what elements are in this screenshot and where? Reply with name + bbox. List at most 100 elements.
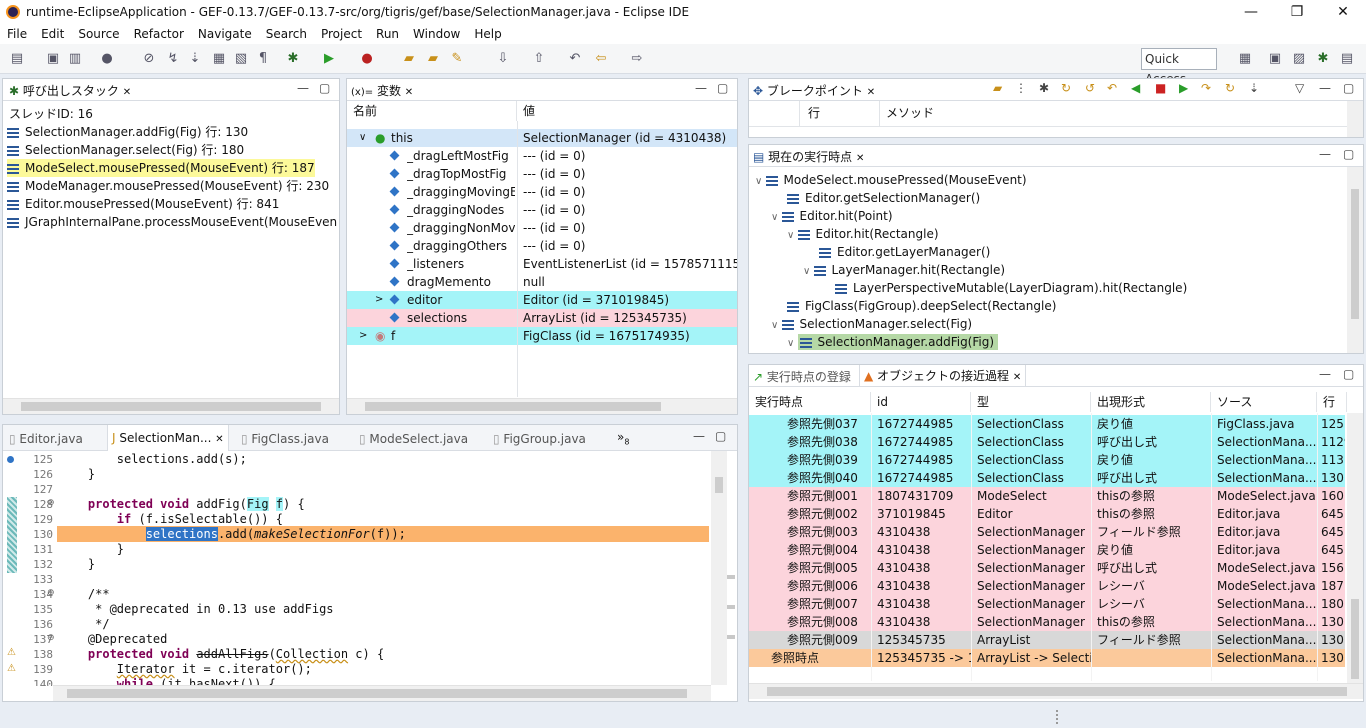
table-row[interactable]: 参照元側001 1807431709 ModeSelect thisの参照 ModeSe… (749, 487, 1345, 505)
stack-frame-selected[interactable]: ModeSelect.mousePressed(MouseEvent) 行: 1… (7, 159, 315, 177)
link-icon[interactable]: ↻ (1061, 81, 1071, 95)
column-header-line[interactable]: 行 (799, 101, 879, 127)
menu-file[interactable]: File (0, 27, 34, 41)
chevron-down-icon[interactable]: ∨ (359, 129, 366, 147)
chevron-right-icon[interactable]: > (359, 327, 367, 345)
menu-refactor[interactable]: Refactor (127, 27, 191, 41)
terminate-icon[interactable]: ▦ (210, 50, 228, 68)
var-row-f[interactable]: > ◉ f FigClass (id = 1675174935) (347, 327, 737, 345)
tab-overflow[interactable]: »8 (617, 428, 629, 446)
minimize-icon[interactable]: — (695, 81, 707, 95)
vertical-scrollbar[interactable] (1347, 101, 1363, 137)
debug-perspective-icon[interactable]: ✱ (1314, 50, 1332, 68)
table-row[interactable]: 参照元側004 4310438 SelectionManager 戻り値 Editor.… (749, 541, 1345, 559)
variables-tab[interactable]: (x)= 変数 ✕ (351, 82, 413, 100)
tab-selection-manager[interactable]: J SelectionMan... ✕ (107, 425, 229, 451)
chevron-down-icon[interactable]: ∨ (803, 266, 814, 277)
var-row-selections[interactable]: selections ArrayList (id = 125345735) (347, 309, 737, 327)
table-row[interactable]: 参照元側007 4310438 SelectionManager レシーバ Select… (749, 595, 1345, 613)
tree-node[interactable]: ∨ Editor.hit(Rectangle) (787, 225, 939, 243)
table-row[interactable]: 参照先側038 1672744985 SelectionClass 呼び出し式 Sele… (749, 433, 1345, 451)
column-header-form[interactable]: 出現形式 (1091, 392, 1211, 412)
var-row[interactable]: _draggingOthers --- (id = 0) (347, 237, 737, 255)
breakpoints-tab[interactable]: ✥ ブレークポイント ✕ (753, 82, 875, 100)
user-icon[interactable]: ● (98, 50, 116, 68)
step-back-icon[interactable]: ◀ (1131, 81, 1140, 95)
tree-node[interactable]: ∨ ModeSelect.mousePressed(MouseEvent) (755, 171, 1027, 189)
horizontal-scrollbar[interactable] (3, 398, 339, 414)
tree-node[interactable]: ∨ SelectionManager.select(Fig) (771, 315, 972, 333)
minimize-button[interactable]: — (1228, 0, 1274, 24)
menu-search[interactable]: Search (259, 27, 314, 41)
code-line[interactable]: /** (59, 587, 110, 601)
tree-node[interactable]: Editor.getLayerManager() (819, 243, 990, 261)
run-icon[interactable]: ▶ (320, 50, 338, 68)
search-icon[interactable]: ✎ (448, 50, 466, 68)
breakpoint-marker-icon[interactable] (7, 456, 14, 463)
tree-node[interactable]: Editor.getSelectionManager() (787, 189, 980, 207)
last-edit-icon[interactable]: ↶ (566, 50, 584, 68)
stack-frame[interactable]: ModeManager.mousePressed(MouseEvent) 行: … (7, 177, 329, 195)
maximize-icon[interactable]: ▢ (717, 81, 728, 95)
tree-node[interactable]: FigClass(FigGroup).deepSelect(Rectangle) (787, 297, 1056, 315)
chevron-down-icon[interactable]: ∨ (787, 338, 798, 349)
var-row-this[interactable]: ∨ ● this SelectionManager (id = 4310438) (347, 129, 737, 147)
code-line[interactable]: selections.add(makeSelectionFor(f)); (59, 527, 406, 541)
table-row[interactable]: 参照元側009 125345735 ArrayList フィールド参照 Selectio… (749, 631, 1345, 649)
maximize-icon[interactable]: ▢ (1343, 147, 1354, 161)
fold-icon[interactable]: ⊖ (47, 498, 55, 508)
open-icon[interactable]: ▰ (993, 81, 1002, 95)
save-all-icon[interactable]: ▥ (66, 50, 84, 68)
minimize-icon[interactable]: — (693, 429, 705, 443)
table-row[interactable]: 参照元側003 4310438 SelectionManager フィールド参照 Edi… (749, 523, 1345, 541)
tab-modeselect[interactable]: ▯ ModeSelect.java (359, 430, 468, 448)
menu-source[interactable]: Source (71, 27, 126, 41)
restore-button[interactable]: ❐ (1274, 0, 1320, 24)
tree-node-selected[interactable]: ∨ SelectionManager.addFig(Fig) (787, 333, 999, 351)
call-stack-tab[interactable]: ✱ 呼び出しスタック ✕ (9, 82, 131, 100)
horizontal-scrollbar[interactable] (53, 685, 711, 701)
step-forward-icon[interactable]: ▶ (1179, 81, 1188, 95)
tree-node[interactable]: LayerPerspectiveMutable(LayerDiagram).hi… (835, 279, 1187, 297)
tree-node[interactable]: ∨ Editor.hit(Point) (771, 207, 893, 225)
paragraph-icon[interactable]: ¶ (254, 50, 272, 68)
column-header-name[interactable]: 名前 (347, 101, 517, 121)
tree-node[interactable]: ∨ LayerManager.hit(Rectangle) (803, 261, 1005, 279)
var-row[interactable]: _dragLeftMostFig --- (id = 0) (347, 147, 737, 165)
repeat-icon[interactable]: ↻ (1225, 81, 1235, 95)
refresh-icon[interactable]: ↺ (1085, 81, 1095, 95)
exec-point-tab[interactable]: ▤ 現在の実行時点 ✕ (753, 148, 864, 166)
disconnect-icon[interactable]: ▧ (232, 50, 250, 68)
close-icon[interactable]: ✕ (867, 87, 875, 98)
run-external-icon[interactable]: ● (358, 50, 376, 68)
var-row[interactable]: _draggingNodes --- (id = 0) (347, 201, 737, 219)
vertical-scrollbar[interactable] (1347, 413, 1363, 683)
new-icon[interactable]: ▤ (8, 50, 26, 68)
table-row[interactable]: 参照元側005 4310438 SelectionManager 呼び出し式 ModeS… (749, 559, 1345, 577)
fold-icon[interactable]: ⊖ (47, 633, 55, 643)
code-line[interactable]: selections.add(s); (59, 452, 247, 466)
undo-icon[interactable]: ↶ (1107, 81, 1117, 95)
code-line[interactable]: Iterator it = c.iterator(); (59, 662, 312, 676)
vertical-scrollbar[interactable] (711, 451, 727, 685)
close-icon[interactable]: ✕ (1013, 372, 1021, 383)
column-header-line[interactable]: 行 (1317, 392, 1347, 412)
back-icon[interactable]: ⇦ (592, 50, 610, 68)
close-icon[interactable]: ✕ (405, 87, 413, 98)
forward-icon[interactable]: ⇨ (628, 50, 646, 68)
menu-edit[interactable]: Edit (34, 27, 71, 41)
horizontal-scrollbar[interactable] (347, 398, 737, 414)
column-header-id[interactable]: id (871, 392, 971, 412)
minimize-icon[interactable]: — (297, 81, 309, 95)
maximize-icon[interactable]: ▢ (1343, 81, 1354, 95)
minimize-icon[interactable]: — (1319, 81, 1331, 95)
redo-icon[interactable]: ↷ (1201, 81, 1211, 95)
menu-run[interactable]: Run (369, 27, 406, 41)
code-line[interactable]: } (59, 467, 95, 481)
chevron-down-icon[interactable]: ∨ (771, 320, 782, 331)
tab-figgroup[interactable]: ▯ FigGroup.java (493, 430, 586, 448)
open-folder-icon[interactable]: ▰ (424, 50, 442, 68)
tab-editor-java[interactable]: ▯ Editor.java (9, 430, 83, 448)
step-into-icon[interactable]: ⇣ (1249, 81, 1259, 95)
table-row[interactable]: 参照先側037 1672744985 SelectionClass 戻り値 FigCla… (749, 415, 1345, 433)
